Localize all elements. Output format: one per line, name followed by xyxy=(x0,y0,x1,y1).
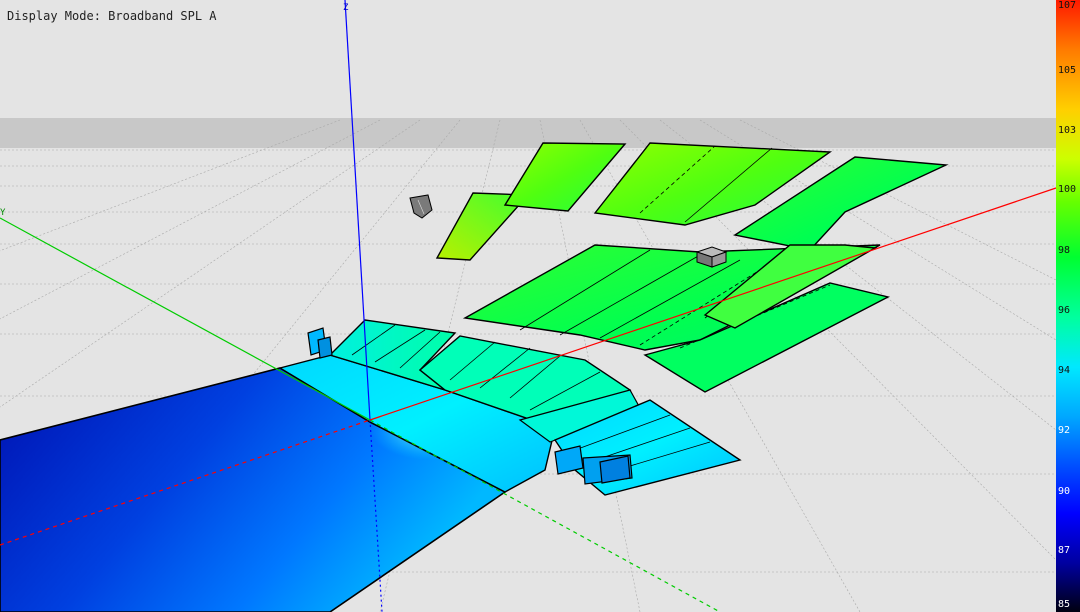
colorbar-tick: 85 xyxy=(1058,599,1071,610)
3d-viewport[interactable]: Z Y xyxy=(0,0,1080,612)
display-mode-label: Display Mode: Broadband SPL A xyxy=(7,9,217,23)
colorbar-tick: 98 xyxy=(1058,245,1071,256)
colorbar-tick: 87 xyxy=(1058,545,1071,556)
colorbar-tick: 103 xyxy=(1058,125,1077,136)
y-axis-label: Y xyxy=(0,208,6,218)
grid-horizon xyxy=(0,118,1056,148)
y-axis xyxy=(0,217,371,421)
colorbar-tick: 96 xyxy=(1058,305,1071,316)
colorbar-tick: 100 xyxy=(1058,184,1077,195)
colorbar-tick: 92 xyxy=(1058,425,1071,436)
colorbar-tick: 94 xyxy=(1058,365,1071,376)
speaker-left[interactable] xyxy=(307,327,333,359)
colorbar-tick: 105 xyxy=(1058,65,1077,76)
colorbar-tick: 90 xyxy=(1058,486,1071,497)
speaker-balcony[interactable] xyxy=(409,194,433,219)
z-axis-label: Z xyxy=(343,3,349,13)
colorbar-tick: 107 xyxy=(1058,0,1077,11)
